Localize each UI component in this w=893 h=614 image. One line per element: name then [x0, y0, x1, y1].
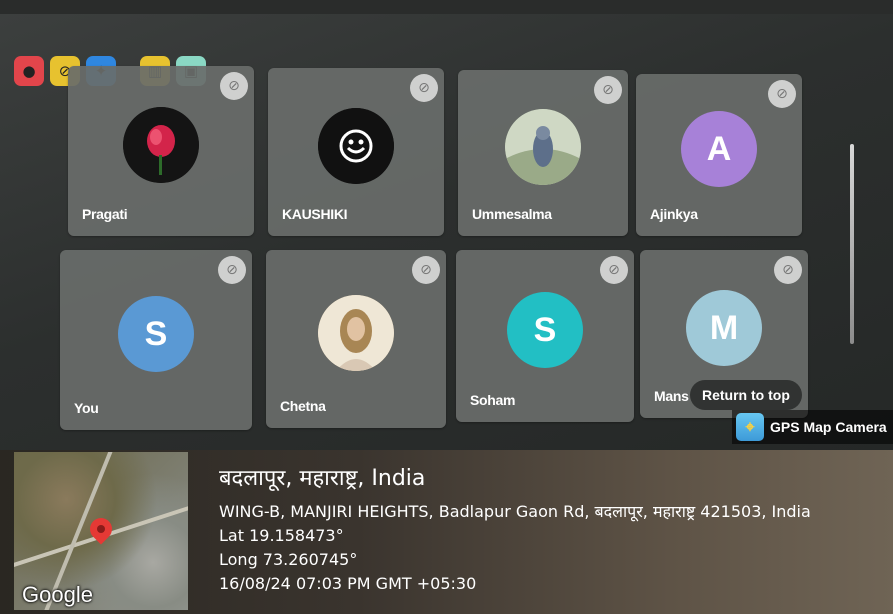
participant-tile[interactable]: ⊘ S Soham	[456, 250, 634, 422]
gps-badge-label: GPS Map Camera	[770, 419, 887, 435]
participant-avatar	[318, 108, 394, 184]
mic-muted-icon: ⊘	[774, 256, 802, 284]
location-datetime: 16/08/24 07:03 PM GMT +05:30	[219, 574, 477, 593]
participant-name: Pragati	[82, 206, 128, 222]
location-lat: Lat 19.158473°	[219, 526, 344, 545]
mic-muted-icon: ⊘	[594, 76, 622, 104]
location-city: बदलापूर, महाराष्ट्र, India	[219, 466, 426, 491]
location-long: Long 73.260745°	[219, 550, 358, 569]
participant-tile[interactable]: ⊘ A Ajinkya	[636, 74, 802, 236]
participant-name: Ajinkya	[650, 206, 698, 222]
participant-avatar: M	[686, 290, 762, 366]
location-overlay: Google बदलापूर, महाराष्ट्र, India WING-B…	[0, 450, 893, 614]
scrollbar[interactable]	[850, 144, 854, 344]
participant-name: You	[74, 400, 99, 416]
mic-muted-icon: ⊘	[218, 256, 246, 284]
gps-map-camera-badge: ⌖ GPS Map Camera	[732, 410, 893, 444]
participant-avatar	[123, 107, 199, 183]
google-logo: Google	[22, 582, 93, 607]
participant-tile[interactable]: ⊘ Pragati	[68, 66, 254, 236]
participant-tile[interactable]: ⊘ Ummesalma	[458, 70, 628, 236]
mic-muted-icon: ⊘	[412, 256, 440, 284]
participant-avatar: S	[507, 292, 583, 368]
participant-avatar	[318, 295, 394, 371]
participant-avatar: A	[681, 111, 757, 187]
map-thumbnail: Google	[14, 452, 188, 610]
participant-tile[interactable]: ⊘ KAUSHIKI	[268, 68, 444, 236]
mic-muted-icon: ⊘	[768, 80, 796, 108]
location-info: बदलापूर, महाराष्ट्र, India WING-B, MANJI…	[219, 462, 811, 596]
mic-muted-icon: ⊘	[410, 74, 438, 102]
participant-avatar: S	[118, 296, 194, 372]
mic-muted-icon: ⊘	[220, 72, 248, 100]
participant-name: KAUSHIKI	[282, 206, 348, 222]
participant-name: Chetna	[280, 398, 326, 414]
participant-name: Mans	[654, 388, 689, 404]
participant-avatar	[505, 109, 581, 185]
location-address: WING-B, MANJIRI HEIGHTS, Badlapur Gaon R…	[219, 502, 811, 521]
record-icon[interactable]: ●	[14, 56, 44, 86]
participant-tile[interactable]: ⊘ Chetna	[266, 250, 446, 428]
participant-tile[interactable]: ⊘ S You	[60, 250, 252, 430]
return-to-top-button[interactable]: Return to top	[690, 380, 802, 410]
participant-name: Ummesalma	[472, 206, 552, 222]
gps-camera-icon: ⌖	[736, 413, 764, 441]
mic-muted-icon: ⊘	[600, 256, 628, 284]
participant-name: Soham	[470, 392, 516, 408]
